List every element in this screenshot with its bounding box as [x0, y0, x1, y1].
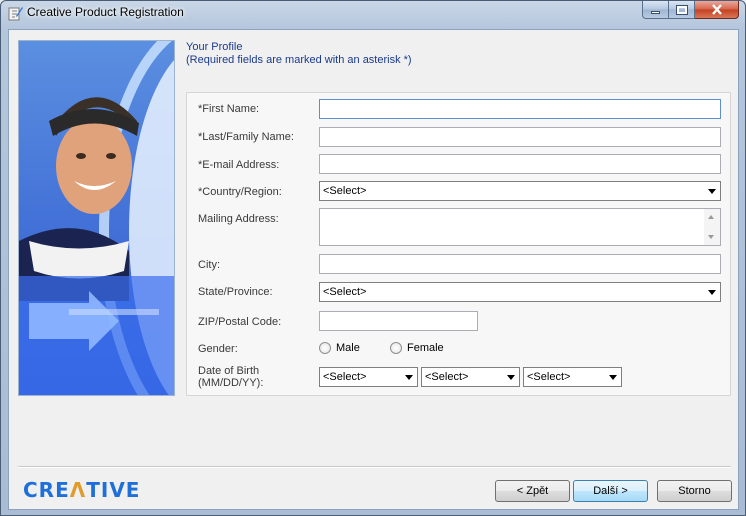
minimize-button[interactable]: [642, 1, 669, 19]
city-label: City:: [198, 259, 220, 271]
minimize-icon: [651, 11, 660, 14]
city-field[interactable]: [319, 254, 721, 274]
country-label: *Country/Region:: [198, 186, 282, 198]
dob-month-select[interactable]: <Select>: [319, 367, 418, 387]
side-banner-image: [18, 40, 175, 396]
person-photo-illustration: [19, 41, 174, 395]
dob-day-select[interactable]: <Select>: [421, 367, 520, 387]
state-select[interactable]: <Select>: [319, 282, 721, 302]
dob-day-value: <Select>: [425, 371, 469, 383]
mailing-address-scrollbar[interactable]: [704, 209, 720, 245]
scroll-up-icon[interactable]: [708, 215, 714, 219]
dialog-client-area: Your Profile (Required fields are marked…: [8, 29, 739, 510]
maximize-button[interactable]: [669, 1, 695, 19]
required-fields-note: (Required fields are marked with an aste…: [186, 54, 412, 66]
state-label: State/Province:: [198, 286, 273, 298]
state-select-value: <Select>: [323, 286, 367, 298]
chevron-down-icon: [708, 290, 716, 295]
registration-app-icon: [8, 7, 23, 21]
registration-window: Creative Product Registration Your Profi…: [0, 0, 746, 516]
creative-logo: CREΛTIVE: [23, 478, 140, 502]
chevron-down-icon: [708, 189, 716, 194]
gender-female-label: Female: [407, 342, 444, 354]
mailing-address-field[interactable]: [319, 208, 721, 246]
gender-label: Gender:: [198, 343, 238, 355]
cancel-button[interactable]: Storno: [657, 480, 732, 502]
chevron-down-icon: [609, 375, 617, 380]
scroll-down-icon[interactable]: [708, 235, 714, 239]
next-button[interactable]: Další >: [573, 480, 648, 502]
back-button[interactable]: < Zpět: [495, 480, 570, 502]
last-name-field[interactable]: [319, 127, 721, 147]
gender-male-label: Male: [336, 342, 360, 354]
dob-month-value: <Select>: [323, 371, 367, 383]
chevron-down-icon: [507, 375, 515, 380]
radio-icon[interactable]: [390, 342, 402, 354]
section-title: Your Profile: [186, 41, 243, 53]
close-icon: [711, 4, 722, 15]
radio-icon[interactable]: [319, 342, 331, 354]
chevron-down-icon: [405, 375, 413, 380]
dob-label-line2: (MM/DD/YY):: [198, 377, 264, 389]
country-select-value: <Select>: [323, 185, 367, 197]
logo-text-accent: Λ: [69, 478, 87, 502]
first-name-label: *First Name:: [198, 103, 260, 115]
logo-text-end: TIVE: [86, 478, 141, 502]
window-title: Creative Product Registration: [27, 5, 184, 19]
gender-female-radio[interactable]: Female: [390, 342, 444, 354]
zip-label: ZIP/Postal Code:: [198, 316, 282, 328]
maximize-icon: [675, 4, 688, 15]
country-select[interactable]: <Select>: [319, 181, 721, 201]
dob-year-select[interactable]: <Select>: [523, 367, 622, 387]
logo-text-start: CRE: [23, 478, 70, 502]
close-button[interactable]: [695, 1, 739, 19]
gender-male-radio[interactable]: Male: [319, 342, 360, 354]
dob-year-value: <Select>: [527, 371, 571, 383]
title-bar[interactable]: Creative Product Registration: [1, 1, 745, 27]
zip-field[interactable]: [319, 311, 478, 331]
last-name-label: *Last/Family Name:: [198, 131, 294, 143]
dob-label-line1: Date of Birth: [198, 365, 260, 377]
profile-form: *First Name: *Last/Family Name: *E-mail …: [186, 92, 731, 396]
email-label: *E-mail Address:: [198, 159, 280, 171]
email-field[interactable]: [319, 154, 721, 174]
mailing-address-label: Mailing Address:: [198, 213, 279, 225]
footer-divider: [18, 466, 731, 468]
first-name-field[interactable]: [319, 99, 721, 119]
